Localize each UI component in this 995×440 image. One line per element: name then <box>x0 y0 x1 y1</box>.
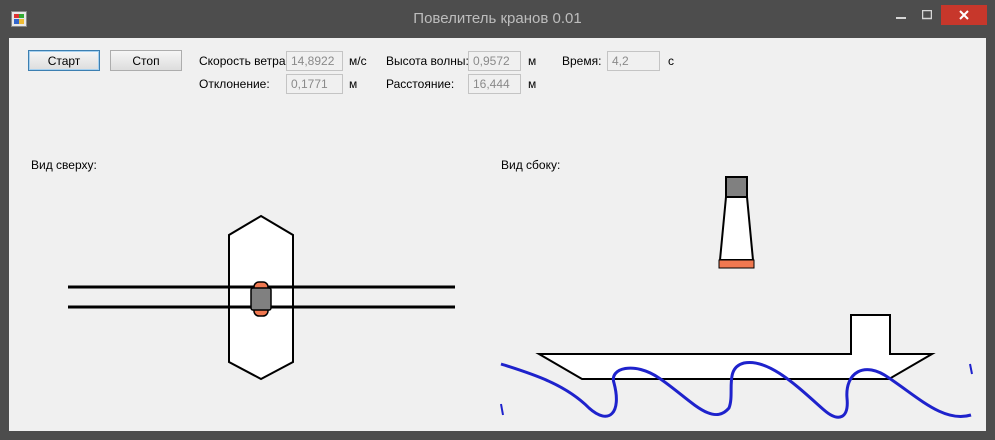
close-icon <box>959 10 969 20</box>
side-view-canvas <box>500 176 973 419</box>
client-area: Старт Стоп Скорость ветра: 14,8922 м/с В… <box>9 38 986 431</box>
wave-fragment-left <box>500 403 504 416</box>
minimize-button[interactable] <box>890 5 912 25</box>
side-view-cabin <box>850 314 891 355</box>
maximize-icon <box>922 10 932 20</box>
title-bar[interactable]: Повелитель кранов 0.01 <box>0 0 995 38</box>
window-title: Повелитель кранов 0.01 <box>413 10 582 27</box>
wave-fragment-right <box>969 363 973 375</box>
close-button[interactable] <box>941 5 987 25</box>
crane-trolley <box>725 176 748 198</box>
crane-cable-frame <box>718 196 755 261</box>
crane-load <box>718 259 755 269</box>
app-window: Повелитель кранов 0.01 Старт Стоп Скорос… <box>0 0 995 440</box>
maximize-button[interactable] <box>916 5 938 25</box>
minimize-icon <box>896 17 906 19</box>
